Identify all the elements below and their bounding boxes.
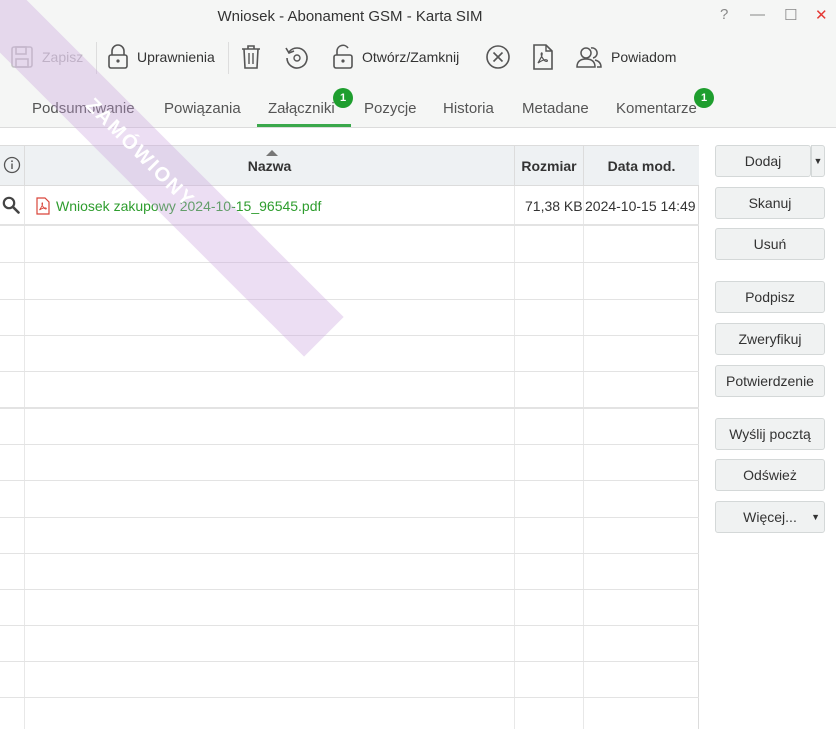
column-header-name[interactable]: Nazwa [25,146,514,186]
close-icon[interactable]: ✕ [815,6,828,24]
tab-comments[interactable]: Komentarze [616,100,697,117]
minimize-icon[interactable]: — [750,6,765,23]
empty-row [0,518,699,554]
more-button[interactable]: Więcej... ▼ [715,501,825,533]
pdf-button[interactable] [532,42,554,72]
verify-button[interactable]: Zweryfikuj [715,323,825,355]
send-mail-button[interactable]: Wyślij pocztą [715,418,825,450]
restore-button[interactable] [284,42,310,72]
empty-row [0,590,699,626]
empty-row [0,227,699,263]
trash-icon [240,44,262,70]
add-button[interactable]: Dodaj [715,145,811,177]
unlock-icon [332,44,354,70]
cancel-button[interactable] [485,42,511,72]
window-title: Wniosek - Abonament GSM - Karta SIM [217,8,483,25]
toolbar-divider [228,42,229,74]
maximize-icon[interactable]: ☐ [784,6,797,24]
column-header-date[interactable]: Data mod. [584,146,699,186]
toolbar: Zapisz Uprawnienia Otwórz/Zamknij Powiad… [0,34,836,80]
preview-magnifier-icon[interactable] [2,196,20,219]
column-header-size[interactable]: Rozmiar [515,146,583,186]
empty-row [0,698,699,729]
attachments-count-badge: 1 [333,88,353,108]
empty-row [0,263,699,300]
tab-attachments[interactable]: Załączniki [268,100,335,117]
attachments-grid: Nazwa Rozmiar Data mod. Wniosek zakupowy… [0,0,699,729]
permissions-button[interactable]: Uprawnienia [107,42,215,72]
notify-label: Powiadom [611,49,677,65]
restore-icon [284,44,310,70]
empty-row [0,626,699,662]
pdf-file-icon [36,197,50,220]
notify-button[interactable]: Powiadom [575,42,676,72]
info-icon [3,156,21,177]
delete-document-button[interactable] [240,42,262,72]
more-label: Więcej... [743,509,797,525]
empty-row [0,554,699,590]
scan-button[interactable]: Skanuj [715,187,825,219]
tab-items[interactable]: Pozycje [364,100,417,117]
file-modified-date: 2024-10-15 14:49 [585,198,696,214]
confirmation-button[interactable]: Potwierdzenie [715,365,825,397]
add-dropdown-caret-icon[interactable]: ▼ [811,145,825,177]
active-tab-indicator [257,124,351,127]
empty-row [0,300,699,336]
cancel-circle-icon [485,44,511,70]
lock-icon [107,44,129,70]
refresh-button[interactable]: Odśwież [715,459,825,491]
empty-row [0,662,699,698]
open-close-label: Otwórz/Zamknij [362,49,460,65]
more-caret-icon: ▼ [811,512,820,522]
pdf-icon [532,44,554,70]
sign-button[interactable]: Podpisz [715,281,825,313]
info-column-header[interactable] [0,146,24,186]
comments-count-badge: 1 [694,88,714,108]
tab-history[interactable]: Historia [443,100,494,117]
tab-relations[interactable]: Powiązania [164,100,241,117]
title-bar: Wniosek - Abonament GSM - Karta SIM ? — … [0,0,836,34]
empty-row [0,445,699,481]
users-icon [575,45,603,69]
empty-row [0,409,699,445]
tab-metadata[interactable]: Metadane [522,100,589,117]
delete-button[interactable]: Usuń [715,228,825,260]
empty-row [0,372,699,409]
empty-row [0,481,699,518]
permissions-label: Uprawnienia [137,49,215,65]
file-size: 71,38 KB [525,198,583,214]
table-row[interactable]: Wniosek zakupowy 2024-10-15_96545.pdf 71… [0,186,699,226]
empty-row [0,336,699,372]
help-icon[interactable]: ? [720,6,728,23]
open-close-button[interactable]: Otwórz/Zamknij [332,42,459,72]
